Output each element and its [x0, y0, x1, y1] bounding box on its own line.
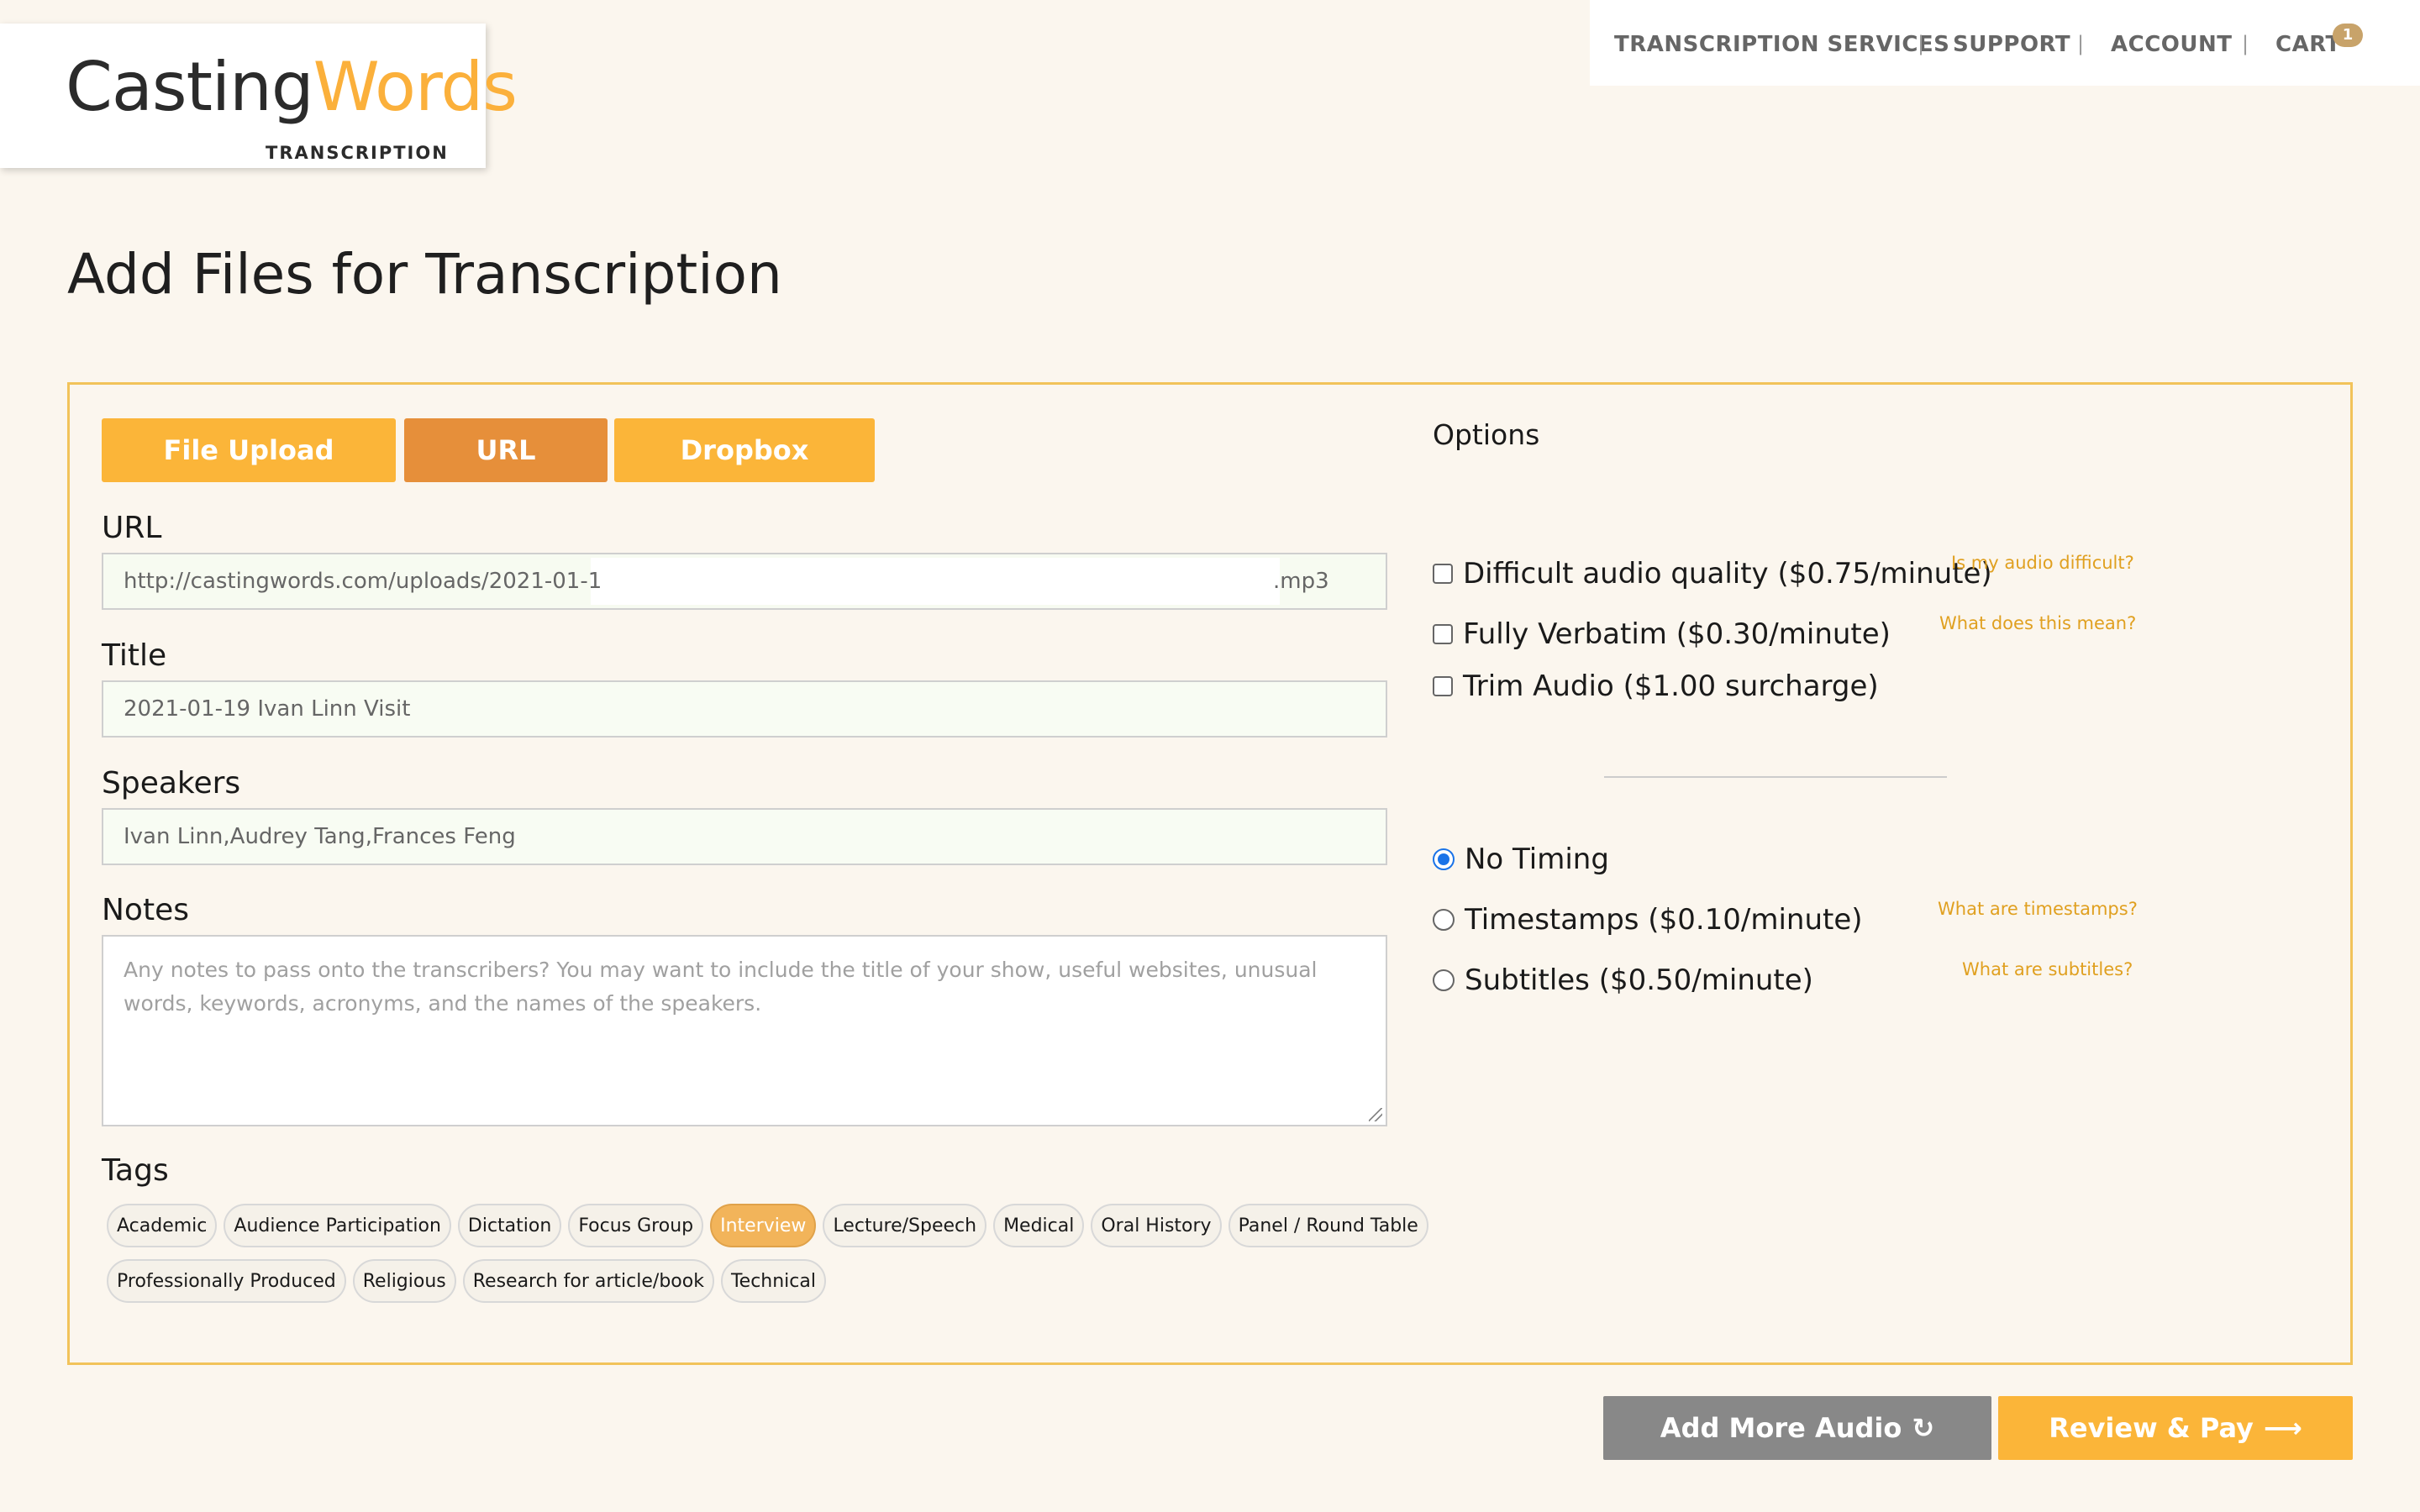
option-no-timing[interactable]: No Timing: [1433, 843, 1609, 876]
nav-separator: |: [2077, 32, 2085, 55]
difficult-audio-help-link[interactable]: Is my audio difficult?: [1951, 553, 2134, 573]
tag-academic[interactable]: Academic: [107, 1204, 218, 1247]
logo-subtitle: TRANSCRIPTION: [266, 143, 449, 163]
tag-lecture-speech[interactable]: Lecture/Speech: [823, 1204, 987, 1247]
difficult-audio-checkbox[interactable]: [1433, 564, 1453, 584]
nav-cart[interactable]: CART: [2275, 32, 2341, 57]
url-label: URL: [102, 511, 162, 545]
tag-medical[interactable]: Medical: [993, 1204, 1085, 1247]
notes-placeholder: Any notes to pass onto the transcribers?…: [124, 958, 1318, 1016]
no-timing-label: No Timing: [1465, 843, 1609, 876]
logo-wordmark: CastingWords: [66, 54, 518, 121]
tag-audience-participation[interactable]: Audience Participation: [224, 1204, 451, 1247]
option-fully-verbatim[interactable]: Fully Verbatim ($0.30/minute): [1433, 617, 1891, 651]
option-difficult-audio[interactable]: Difficult audio quality ($0.75/minute): [1433, 557, 1992, 591]
fully-verbatim-checkbox[interactable]: [1433, 624, 1453, 644]
title-input[interactable]: 2021-01-19 Ivan Linn Visit: [102, 680, 1387, 738]
tag-religious[interactable]: Religious: [352, 1259, 456, 1303]
tag-professionally-produced[interactable]: Professionally Produced: [107, 1259, 346, 1303]
fully-verbatim-label: Fully Verbatim ($0.30/minute): [1463, 617, 1891, 651]
tab-file-upload[interactable]: File Upload: [102, 418, 396, 482]
logo-casting: Casting: [66, 48, 314, 126]
nav-account[interactable]: ACCOUNT: [2111, 32, 2233, 57]
tag-interview[interactable]: Interview: [710, 1204, 817, 1247]
cart-count-badge[interactable]: 1: [2333, 24, 2363, 47]
url-input[interactable]: http://castingwords.com/uploads/2021-01-…: [102, 553, 1387, 610]
nav-separator: |: [1918, 32, 1925, 55]
url-prefix-text: http://castingwords.com/uploads/2021-01-…: [124, 569, 602, 594]
timestamps-radio[interactable]: [1433, 909, 1455, 931]
add-more-audio-button[interactable]: Add More Audio ↻: [1603, 1396, 1991, 1460]
trim-audio-label: Trim Audio ($1.00 surcharge): [1463, 669, 1879, 703]
timestamps-help-link[interactable]: What are timestamps?: [1938, 899, 2138, 919]
subtitles-label: Subtitles ($0.50/minute): [1465, 963, 1813, 997]
nav-separator: |: [2242, 32, 2249, 55]
nav-transcription-services[interactable]: TRANSCRIPTION SERVICES: [1614, 32, 1949, 57]
options-divider: [1604, 776, 1947, 778]
refresh-icon: ↻: [1912, 1412, 1935, 1444]
tags-list: Academic Audience Participation Dictatio…: [107, 1204, 1428, 1315]
options-heading: Options: [1433, 418, 1540, 451]
fully-verbatim-help-link[interactable]: What does this mean?: [1939, 613, 2136, 633]
top-nav: TRANSCRIPTION SERVICES | SUPPORT | ACCOU…: [1590, 0, 2420, 86]
no-timing-radio[interactable]: [1433, 848, 1455, 870]
tag-oral-history[interactable]: Oral History: [1091, 1204, 1222, 1247]
tag-panel-round-table[interactable]: Panel / Round Table: [1228, 1204, 1428, 1247]
arrow-right-icon: ⟶: [2263, 1412, 2302, 1444]
tags-row-1: Academic Audience Participation Dictatio…: [107, 1204, 1428, 1247]
subtitles-radio[interactable]: [1433, 969, 1455, 991]
add-more-audio-label: Add More Audio: [1660, 1412, 1902, 1444]
review-and-pay-label: Review & Pay: [2049, 1412, 2254, 1444]
tag-focus-group[interactable]: Focus Group: [568, 1204, 704, 1247]
option-timestamps[interactable]: Timestamps ($0.10/minute): [1433, 903, 1863, 937]
timestamps-label: Timestamps ($0.10/minute): [1465, 903, 1863, 937]
option-subtitles[interactable]: Subtitles ($0.50/minute): [1433, 963, 1813, 997]
review-and-pay-button[interactable]: Review & Pay ⟶: [1998, 1396, 2353, 1460]
notes-label: Notes: [102, 893, 189, 927]
page-title: Add Files for Transcription: [67, 242, 782, 307]
tag-research[interactable]: Research for article/book: [462, 1259, 714, 1303]
logo-words: Words: [313, 48, 518, 126]
tab-url[interactable]: URL: [404, 418, 608, 482]
speakers-input[interactable]: Ivan Linn,Audrey Tang,Frances Feng: [102, 808, 1387, 865]
add-files-panel: File Upload URL Dropbox URL http://casti…: [67, 382, 2353, 1365]
trim-audio-checkbox[interactable]: [1433, 676, 1453, 696]
url-redaction: [591, 558, 1280, 605]
difficult-audio-label: Difficult audio quality ($0.75/minute): [1463, 557, 1992, 591]
notes-textarea[interactable]: Any notes to pass onto the transcribers?…: [102, 935, 1387, 1126]
url-suffix-text: .mp3: [1273, 569, 1329, 594]
tag-dictation[interactable]: Dictation: [457, 1204, 562, 1247]
logo[interactable]: CastingWords TRANSCRIPTION: [0, 24, 518, 168]
tag-technical[interactable]: Technical: [720, 1259, 826, 1303]
resize-handle-icon[interactable]: [1369, 1108, 1382, 1121]
tags-label: Tags: [102, 1153, 169, 1188]
title-label: Title: [102, 638, 167, 673]
nav-support[interactable]: SUPPORT: [1953, 32, 2070, 57]
subtitles-help-link[interactable]: What are subtitles?: [1962, 959, 2133, 979]
option-trim-audio[interactable]: Trim Audio ($1.00 surcharge): [1433, 669, 1879, 703]
speakers-label: Speakers: [102, 766, 241, 801]
tags-row-2: Professionally Produced Religious Resear…: [107, 1259, 1367, 1303]
tab-dropbox[interactable]: Dropbox: [614, 418, 875, 482]
